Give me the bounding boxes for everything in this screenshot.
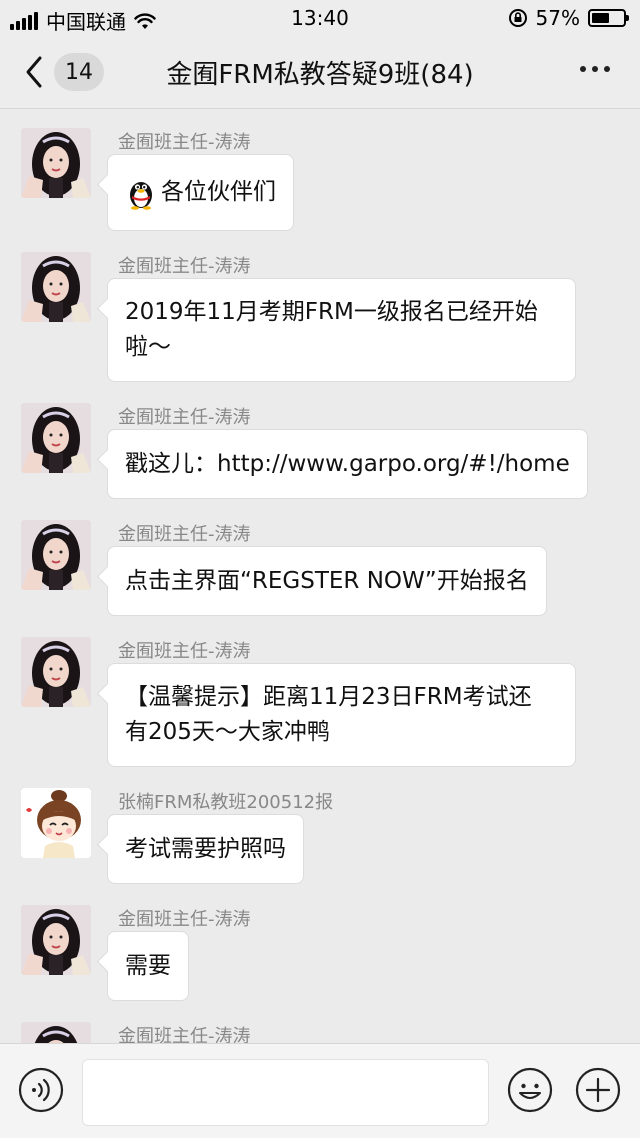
message-bubble[interactable]: 各位伙伴们 [107, 154, 294, 231]
message-text: 需要 [125, 952, 171, 979]
avatar[interactable] [21, 788, 91, 858]
avatar-illustration [21, 128, 91, 198]
more-dots-icon [580, 66, 586, 72]
sender-name: 金囿班主任-涛涛 [118, 641, 251, 662]
status-right: 57% [508, 6, 629, 30]
message-bubble[interactable]: 戳这儿：http://www.garpo.org/#!/home [107, 429, 588, 499]
qq-penguin-icon [130, 181, 152, 210]
message-list[interactable]: 金囿班主任-涛涛 各位伙伴们 金囿班主任-涛涛 2019年11月考期FRM一级报… [0, 110, 640, 1043]
chevron-left-icon [26, 56, 42, 88]
unread-count-badge[interactable]: 14 [54, 53, 104, 91]
sender-name: 金囿班主任-涛涛 [118, 407, 251, 428]
more-button[interactable] [580, 66, 610, 72]
message-text: 点击主界面“REGSTER NOW”开始报名 [125, 567, 529, 594]
voice-button[interactable] [18, 1067, 64, 1113]
avatar[interactable] [21, 403, 91, 473]
plus-button[interactable] [575, 1067, 621, 1113]
rotation-lock-icon [508, 9, 527, 27]
avatar-illustration [21, 637, 91, 707]
message-bubble[interactable]: 需要 [107, 931, 189, 1001]
avatar[interactable] [21, 905, 91, 975]
avatar[interactable] [21, 637, 91, 707]
sender-name: 张楠FRM私教班200512报 [118, 792, 334, 813]
emoji-button[interactable] [507, 1067, 553, 1113]
message-bubble[interactable]: 【温馨提示】距离11月23日FRM考试还 有205天～大家冲鸭 [107, 663, 576, 767]
sender-name: 金囿班主任-涛涛 [118, 132, 251, 153]
avatar-illustration [21, 252, 91, 322]
chat-title: 金囿FRM私教答疑9班(84) [166, 60, 474, 90]
message-text: 各位伙伴们 [161, 179, 276, 205]
message-input[interactable] [82, 1059, 489, 1126]
avatar[interactable] [21, 1022, 91, 1043]
avatar-illustration [21, 403, 91, 473]
battery-level [592, 13, 610, 23]
sender-name: 金囿班主任-涛涛 [118, 1026, 251, 1043]
avatar-illustration [21, 520, 91, 590]
status-bar: 中国联通 13:40 57% [0, 0, 640, 36]
chat-header: 14 金囿FRM私教答疑9班(84) [0, 36, 640, 109]
message-text: 2019年11月考期FRM一级报名已经开始 啦～ [125, 299, 538, 360]
message-text: 【温馨提示】距离11月23日FRM考试还 有205天～大家冲鸭 [125, 684, 532, 745]
avatar-illustration [21, 788, 91, 858]
input-bar [0, 1043, 640, 1138]
battery-percent: 57% [535, 6, 580, 30]
message-bubble[interactable]: 点击主界面“REGSTER NOW”开始报名 [107, 546, 547, 616]
avatar-illustration [21, 905, 91, 975]
sender-name: 金囿班主任-涛涛 [118, 256, 251, 277]
avatar[interactable] [21, 128, 91, 198]
sender-name: 金囿班主任-涛涛 [118, 909, 251, 930]
message-bubble[interactable]: 考试需要护照吗 [107, 814, 304, 884]
avatar-illustration [21, 1022, 91, 1043]
message-text: 考试需要护照吗 [125, 835, 286, 862]
message-bubble[interactable]: 2019年11月考期FRM一级报名已经开始 啦～ [107, 278, 576, 382]
avatar[interactable] [21, 252, 91, 322]
avatar[interactable] [21, 520, 91, 590]
sender-name: 金囿班主任-涛涛 [118, 524, 251, 545]
back-button[interactable] [20, 54, 50, 90]
message-text: 戳这儿：http://www.garpo.org/#!/home [125, 450, 570, 477]
battery-icon [588, 9, 629, 27]
